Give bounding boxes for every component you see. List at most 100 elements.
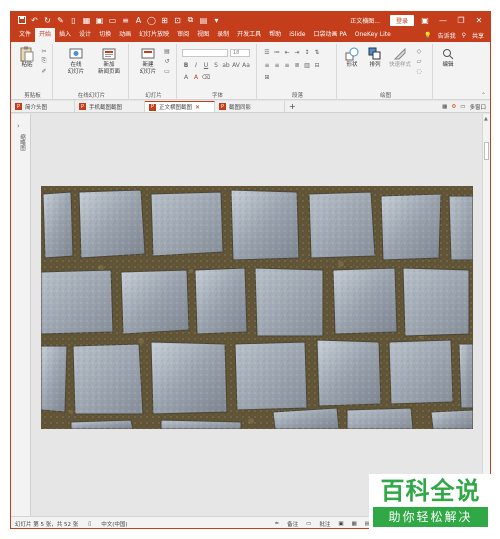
tab-view[interactable]: 视图	[193, 28, 213, 42]
doc-tab-intro[interactable]: P 简介头图	[11, 101, 75, 112]
close-button[interactable]: ✕	[472, 16, 486, 25]
tab-record[interactable]: 录制	[213, 28, 233, 42]
login-button[interactable]: 登录	[389, 14, 414, 26]
collapse-ribbon-icon[interactable]: ⌃	[481, 92, 486, 99]
close-tab-icon[interactable]: ✕	[195, 104, 200, 111]
shape-outline-icon[interactable]: ▱	[415, 57, 423, 65]
new-slide-button[interactable]: 新建 幻灯片	[134, 46, 162, 76]
undo-icon[interactable]: ↶	[28, 13, 41, 27]
arrange-button[interactable]: 排列	[364, 46, 386, 69]
table-icon[interactable]: ▦	[80, 13, 93, 27]
new-tab-icon[interactable]: +	[285, 101, 300, 112]
align-icon[interactable]: ≡	[119, 13, 132, 27]
save-icon[interactable]	[15, 13, 28, 27]
more-icon[interactable]: ▾	[210, 13, 223, 27]
comments-button[interactable]: 批注	[319, 520, 330, 528]
tab-animations[interactable]: 动画	[115, 28, 135, 42]
share-button[interactable]: 共享	[472, 31, 484, 40]
section-icon[interactable]: ▭	[163, 67, 171, 75]
align-center-icon[interactable]: ≡	[273, 62, 281, 70]
align-right-icon[interactable]: ≡	[283, 62, 291, 70]
italic-icon[interactable]: I	[192, 62, 200, 70]
align-text-icon[interactable]: ⊟	[313, 62, 321, 70]
multi-window-label[interactable]: 多窗口	[469, 103, 486, 111]
shape-effects-icon[interactable]: ◌	[415, 67, 423, 75]
tell-me-label[interactable]: 告诉我	[438, 31, 456, 40]
text-direction-icon[interactable]: ⇅	[313, 49, 321, 57]
font-color-small-icon[interactable]: A	[192, 74, 200, 82]
reset-icon[interactable]: ↺	[163, 57, 171, 65]
strikethrough-icon[interactable]: ab	[222, 62, 230, 70]
font-color-icon[interactable]: A	[132, 13, 145, 27]
online-slides-button[interactable]: 在线 幻灯片	[61, 46, 91, 76]
ribbon-display-icon[interactable]: ▣	[418, 16, 432, 25]
notes-button[interactable]: 备注	[287, 520, 298, 528]
line-spacing-icon[interactable]: ↕	[303, 49, 311, 57]
redo-icon[interactable]: ↻	[41, 13, 54, 27]
highlight-icon[interactable]: A	[182, 74, 190, 82]
justify-icon[interactable]: ≣	[293, 62, 301, 70]
slide-icon[interactable]: ▭	[106, 13, 119, 27]
shape-icon[interactable]: ◯	[145, 13, 158, 27]
tab-developer[interactable]: 开发工具	[233, 28, 265, 42]
slide-sorter-icon[interactable]: ▦	[352, 521, 357, 527]
restore-button[interactable]: ❐	[454, 16, 468, 25]
doc-tab-phone[interactable]: P 手机截图截图	[75, 101, 145, 112]
tab-help[interactable]: 帮助	[265, 28, 285, 42]
copy-icon[interactable]: ⎘	[40, 57, 48, 65]
tab-design[interactable]: 设计	[75, 28, 95, 42]
bold-icon[interactable]: B	[182, 62, 190, 70]
cut-icon[interactable]: ✂	[40, 47, 48, 55]
shadow-icon[interactable]: S	[212, 62, 220, 70]
spacing-icon[interactable]: AV	[232, 62, 240, 70]
tab-slideshow[interactable]: 幻灯片放映	[135, 28, 173, 42]
clear-format-icon[interactable]: ⌫	[202, 74, 210, 82]
picture-icon[interactable]: ⊡	[171, 13, 184, 27]
doc-tab-body[interactable]: P 正文横图截图 ✕	[145, 101, 215, 112]
case-icon[interactable]: Aa	[242, 62, 250, 70]
editing-button[interactable]: 编辑	[436, 46, 460, 69]
tab-pocket-animation[interactable]: 口袋动画 PA	[310, 28, 351, 42]
grid-icon[interactable]: ⊞	[158, 13, 171, 27]
tab-review[interactable]: 审阅	[173, 28, 193, 42]
quick-styles-button[interactable]: 快速样式	[387, 46, 413, 69]
new-doc-icon[interactable]: ▯	[67, 13, 80, 27]
image-icon[interactable]: ▣	[93, 13, 106, 27]
paste-button[interactable]: 粘贴	[15, 46, 39, 69]
settings-gear-icon[interactable]: ⚙	[451, 104, 456, 110]
doc-tab-screenshot[interactable]: P 截图同影	[215, 101, 285, 112]
tab-onekey-lite[interactable]: OneKey Lite	[351, 28, 395, 42]
bullets-icon[interactable]: ☰	[263, 49, 271, 57]
tab-menu-icon[interactable]: ▦	[442, 104, 447, 110]
normal-view-icon[interactable]: ▣	[338, 521, 343, 527]
increase-indent-icon[interactable]: ⇥	[293, 49, 301, 57]
font-size-dropdown[interactable]: 18	[230, 48, 250, 57]
slide-cobblestone-image[interactable]	[41, 186, 473, 429]
smartart-icon[interactable]: ⊞	[263, 74, 271, 82]
accessibility-icon[interactable]: ▯	[88, 521, 91, 527]
scrollbar-thumb[interactable]	[484, 142, 489, 160]
numbering-icon[interactable]: ≔	[273, 49, 281, 57]
shape-fill-icon[interactable]: ◇	[415, 47, 423, 55]
language-status[interactable]: 中文(中国)	[101, 520, 127, 528]
columns-icon[interactable]: ▥	[303, 62, 311, 70]
layout-icon[interactable]: ▤	[163, 47, 171, 55]
tab-file[interactable]: 文件	[15, 28, 35, 42]
tab-insert[interactable]: 插入	[55, 28, 75, 42]
shape-button[interactable]: 形状	[341, 46, 363, 69]
format-painter-small-icon[interactable]: ✐	[40, 67, 48, 75]
tab-islide[interactable]: iSlide	[285, 28, 309, 42]
vertical-scrollbar[interactable]: ▲	[482, 114, 490, 516]
minimize-button[interactable]: —	[436, 16, 450, 25]
decrease-indent-icon[interactable]: ⇤	[283, 49, 291, 57]
align-left-icon[interactable]: ≡	[263, 62, 271, 70]
format-painter-icon[interactable]: ✎	[54, 13, 67, 27]
text-box-icon[interactable]: ▤	[197, 13, 210, 27]
tab-transitions[interactable]: 切换	[95, 28, 115, 42]
underline-icon[interactable]: U	[202, 62, 210, 70]
expand-thumbnails-icon[interactable]: ›	[17, 122, 20, 130]
font-name-dropdown[interactable]	[182, 48, 228, 57]
duplicate-icon[interactable]: ⧉	[184, 13, 197, 27]
tab-home[interactable]: 开始	[35, 28, 56, 42]
scroll-up-icon[interactable]: ▲	[484, 116, 488, 122]
